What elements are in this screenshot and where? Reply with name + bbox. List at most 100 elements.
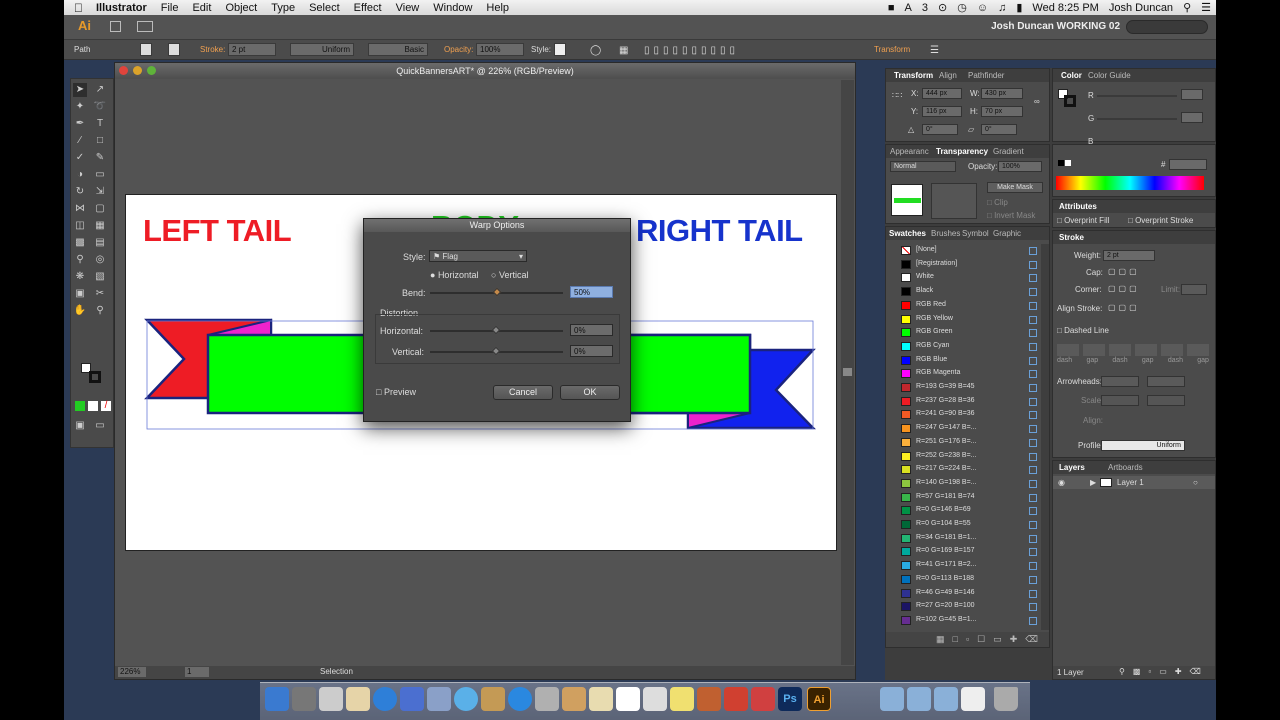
swatch-item[interactable]: R=0 G=146 B=69 [886,504,1041,518]
black-swatch[interactable] [1058,160,1064,166]
align-to-icon[interactable]: ▦ [619,45,628,56]
none-mode-icon[interactable]: / [101,401,111,411]
apple-icon[interactable]:  [64,1,89,15]
time-machine-icon[interactable]: ◷ [952,1,972,14]
end-scale-field[interactable] [1147,395,1185,406]
gradient-mode-icon[interactable] [88,401,98,411]
ok-button[interactable]: OK [560,385,620,400]
swatch-item[interactable]: R=27 G=20 B=100 [886,600,1041,614]
tab-transparency[interactable]: Transparency [936,147,988,156]
trash-icon[interactable] [994,687,1018,711]
system-prefs-icon[interactable] [319,687,343,711]
tab-gradient[interactable]: Gradient [993,147,1024,156]
target-icon[interactable]: ○ [1193,478,1198,487]
swatch-item[interactable]: RGB Yellow [886,313,1041,327]
reference-point-icon[interactable]: ∷∷ [892,91,902,100]
vertical-scrollbar[interactable] [841,80,854,665]
volume-icon[interactable]: ♫ [993,2,1011,14]
swatch-item[interactable]: R=252 G=238 B=... [886,450,1041,464]
dashed-line-checkbox[interactable]: □ Dashed Line [1057,326,1109,335]
swatch-item[interactable]: R=46 G=49 B=146 [886,587,1041,601]
applications-folder-icon[interactable] [880,687,904,711]
notes-icon[interactable] [589,687,613,711]
menu-view[interactable]: View [389,2,427,14]
preview-icon[interactable] [427,687,451,711]
eyedropper-tool-icon[interactable]: ⚲ [73,253,87,267]
menu-app[interactable]: Illustrator [89,2,154,14]
height-field[interactable]: 70 px [981,106,1023,117]
swatch-item[interactable]: R=193 G=39 B=45 [886,381,1041,395]
dash-gap-fields[interactable] [1057,344,1209,356]
spotlight-icon[interactable]: ⚲ [1178,1,1196,14]
transform-link[interactable]: Transform [874,45,910,54]
swatch-item[interactable]: R=0 G=169 B=157 [886,545,1041,559]
miter-limit-field[interactable] [1181,284,1207,295]
layers-footer-icons[interactable]: ⚲▩▫▭✚⌫ [1119,667,1209,676]
start-scale-field[interactable] [1101,395,1139,406]
rotate-tool-icon[interactable]: ↻ [73,185,87,199]
opacity-field[interactable]: 100% [476,43,524,56]
cancel-button[interactable]: Cancel [493,385,553,400]
y-field[interactable]: 116 px [922,106,962,117]
documents-folder-icon[interactable] [907,687,931,711]
artboard-tool-icon[interactable]: ▣ [73,287,87,301]
rotate-field[interactable]: 0° [922,124,958,135]
blend-tool-icon[interactable]: ◎ [93,253,107,267]
variable-width-profile[interactable]: Uniform [290,43,354,56]
swatch-item[interactable]: R=57 G=181 B=74 [886,491,1041,505]
brush-definition[interactable]: Basic [368,43,428,56]
layer-name[interactable]: Layer 1 [1117,478,1144,487]
swatch-item[interactable]: RGB Red [886,299,1041,313]
free-transform-tool-icon[interactable]: ▢ [93,202,107,216]
corner-buttons[interactable]: ▢▢▢ [1108,284,1140,293]
arrange-documents-icon[interactable] [137,21,153,32]
swatch-item[interactable]: RGB Blue [886,354,1041,368]
hand-tool-icon[interactable]: ✋ [73,304,87,318]
archive-utility-icon[interactable] [481,687,505,711]
tab-stroke[interactable]: Stroke [1059,233,1084,242]
stickies-icon[interactable] [670,687,694,711]
swatch-item[interactable]: R=247 G=147 B=... [886,422,1041,436]
overprint-fill-checkbox[interactable]: □ Overprint Fill [1057,216,1109,225]
stroke-weight-field[interactable]: 2 pt [228,43,276,56]
safari-icon[interactable] [508,687,532,711]
close-icon[interactable] [119,66,128,75]
shear-field[interactable]: 0° [981,124,1017,135]
swatch-item[interactable]: R=217 G=224 B=... [886,463,1041,477]
iphoto-icon[interactable] [562,687,586,711]
scale-tool-icon[interactable]: ⇲ [93,185,107,199]
make-mask-button[interactable]: Make Mask [987,182,1043,193]
control-menu-icon[interactable]: ☰ [930,45,939,56]
vertical-distortion-field[interactable]: 0% [570,345,613,357]
finder-icon[interactable] [265,687,289,711]
app-store-icon[interactable]: A [900,2,917,14]
stroke-label[interactable]: Stroke: [200,45,225,54]
app-store-icon[interactable] [373,687,397,711]
line-tool-icon[interactable]: ∕ [73,134,87,148]
swatch-item[interactable]: RGB Magenta [886,367,1041,381]
eraser-tool-icon[interactable]: ▭ [93,168,107,182]
photoshop-icon[interactable]: Ps [778,687,802,711]
menu-type[interactable]: Type [264,2,302,14]
tab-layers[interactable]: Layers [1059,463,1085,472]
perspective-grid-tool-icon[interactable]: ▦ [93,219,107,233]
stroke-color-icon[interactable] [1064,95,1076,107]
white-swatch[interactable] [1065,160,1071,166]
mesh-tool-icon[interactable]: ▩ [73,236,87,250]
tab-brushes[interactable]: Brushes [931,229,960,238]
gradient-tool-icon[interactable]: ▤ [93,236,107,250]
vertical-radio[interactable]: ○ Vertical [491,270,528,280]
graphic-style-swatch[interactable] [554,43,566,56]
expand-triangle-icon[interactable]: ▶ [1090,478,1096,487]
selection-tool-icon[interactable]: ➤ [73,83,87,97]
menu-clock[interactable]: Wed 8:25 PM [1027,2,1103,14]
workspace-switcher[interactable]: Josh Duncan WORKING 02 [991,21,1120,32]
swatch-item[interactable]: R=34 G=181 B=1... [886,532,1041,546]
x-field[interactable]: 444 px [922,88,962,99]
end-arrowhead-select[interactable] [1147,376,1185,387]
zoom-level[interactable]: 226% [118,667,146,677]
adobe-icon[interactable]: ■ [883,2,900,14]
opacity-field[interactable]: 100% [998,161,1042,172]
acrobat-icon[interactable] [751,687,775,711]
minimize-icon[interactable] [133,66,142,75]
